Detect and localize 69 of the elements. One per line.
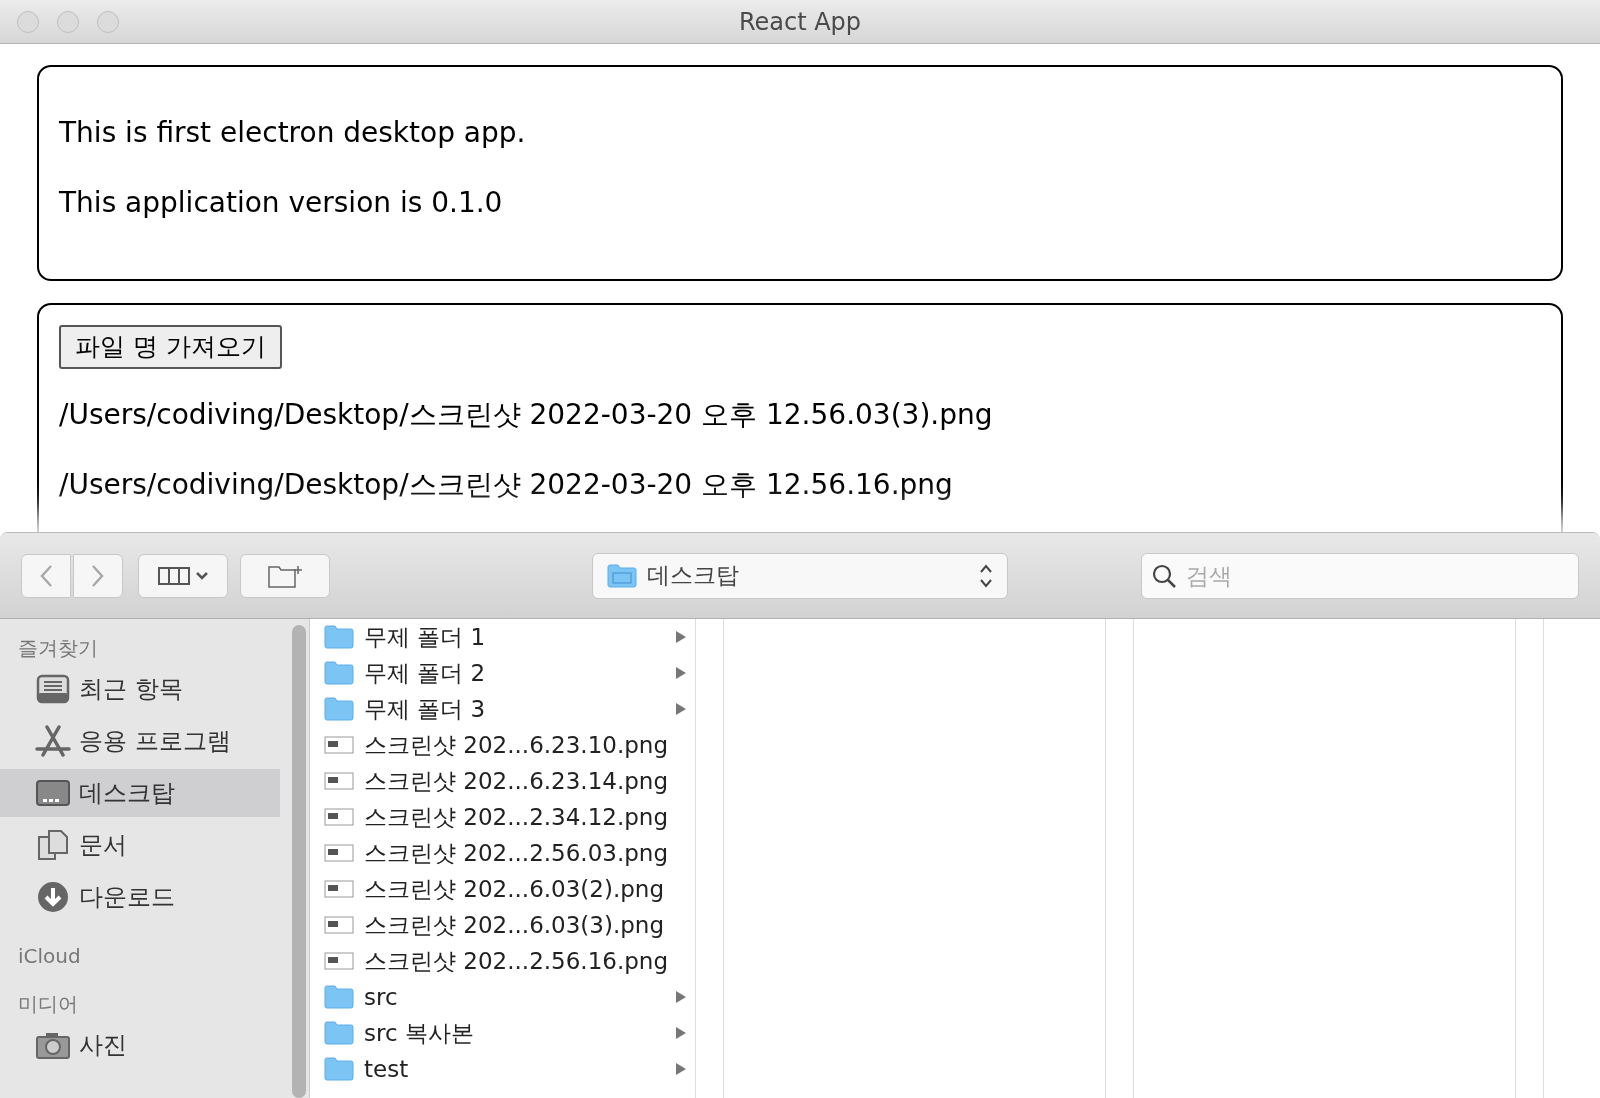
folder-icon (324, 1021, 354, 1045)
get-filenames-button[interactable]: 파일 명 가져오기 (59, 325, 282, 369)
window-title: React App (738, 6, 862, 38)
forward-button[interactable] (73, 553, 123, 598)
file-row[interactable]: 스크린샷 202...2.56.03.png (324, 835, 687, 871)
image-thumbnail-icon (324, 879, 354, 899)
documents-icon (35, 829, 71, 861)
file-row[interactable]: 무제 폴더 2 (324, 655, 687, 691)
sidebar-item[interactable]: 사진 (0, 1021, 280, 1069)
sidebar-item[interactable]: 다운로드 (0, 873, 280, 921)
file-row[interactable]: 스크린샷 202...2.34.12.png (324, 799, 687, 835)
image-thumbnail-icon (324, 807, 354, 827)
folder-icon (324, 661, 354, 685)
file-path-text: /Users/codiving/Desktop/스크린샷 2022-03-20 오후 12.56.16.png (59, 467, 954, 503)
file-row[interactable]: src 복사본 (324, 1015, 687, 1051)
file-row[interactable]: test (324, 1051, 687, 1087)
file-path-text: /Users/codiving/Desktop/스크린샷 2022-03-20 오후 12.56.03(3).png (59, 397, 993, 433)
sidebar-item[interactable]: 최근 항목 (0, 665, 280, 713)
info-text: This is first electron desktop app. (59, 115, 527, 151)
sidebar-heading: iCloud (17, 943, 82, 970)
download-icon (35, 881, 71, 913)
file-row[interactable]: 스크린샷 202...6.03(3).png (324, 907, 687, 943)
file-row[interactable]: 무제 폴더 1 (324, 619, 687, 655)
image-thumbnail-icon (324, 843, 354, 863)
search-icon (1151, 562, 1177, 589)
chevron-left-icon (39, 563, 53, 588)
info-text: This application version is 0.1.0 (59, 185, 504, 221)
up-down-arrows-icon (979, 562, 993, 589)
file-row[interactable]: 스크린샷 202...6.23.10.png (324, 727, 687, 763)
search-field[interactable]: 검색 (1141, 552, 1579, 599)
sidebar-heading: 미디어 (17, 991, 79, 1018)
image-thumbnail-icon (324, 735, 354, 755)
back-button[interactable] (21, 553, 71, 598)
folder-icon (324, 1057, 354, 1081)
view-mode-button[interactable] (138, 553, 228, 598)
file-row[interactable]: 무제 폴더 3 (324, 691, 687, 727)
disclosure-arrow-icon (675, 666, 687, 680)
disclosure-arrow-icon (675, 702, 687, 716)
folder-icon (324, 697, 354, 721)
new-folder-button[interactable] (240, 553, 330, 598)
folder-icon (324, 625, 354, 649)
disclosure-arrow-icon (675, 1026, 687, 1040)
location-dropdown[interactable]: 데스크탑 (592, 552, 1008, 599)
close-button[interactable] (17, 10, 39, 33)
file-row[interactable]: src (324, 979, 687, 1015)
app-store-icon (35, 725, 71, 757)
image-thumbnail-icon (324, 951, 354, 971)
folder-icon (324, 985, 354, 1009)
sidebar-item[interactable]: 응용 프로그램 (0, 717, 280, 765)
file-row[interactable]: 스크린샷 202...6.23.14.png (324, 763, 687, 799)
file-row[interactable]: 스크린샷 202...6.03(2).png (324, 871, 687, 907)
scrollbar-thumb[interactable] (291, 625, 306, 1098)
disclosure-arrow-icon (675, 990, 687, 1004)
columns-icon (158, 565, 190, 586)
disclosure-arrow-icon (675, 630, 687, 644)
caret-icon (196, 571, 208, 580)
sidebar-item[interactable]: 문서 (0, 821, 280, 869)
image-thumbnail-icon (324, 771, 354, 791)
disclosure-arrow-icon (675, 1062, 687, 1076)
tray-icon (35, 673, 71, 705)
image-thumbnail-icon (324, 915, 354, 935)
file-row[interactable]: 스크린샷 202...2.56.16.png (324, 943, 687, 979)
desktop-icon (35, 777, 71, 809)
folder-icon (607, 563, 637, 588)
sidebar-item[interactable]: 데스크탑 (0, 769, 280, 817)
minimize-button[interactable] (57, 10, 79, 33)
chevron-right-icon (91, 563, 105, 588)
maximize-button[interactable] (97, 10, 119, 33)
sidebar-heading: 즐겨찾기 (17, 635, 99, 662)
